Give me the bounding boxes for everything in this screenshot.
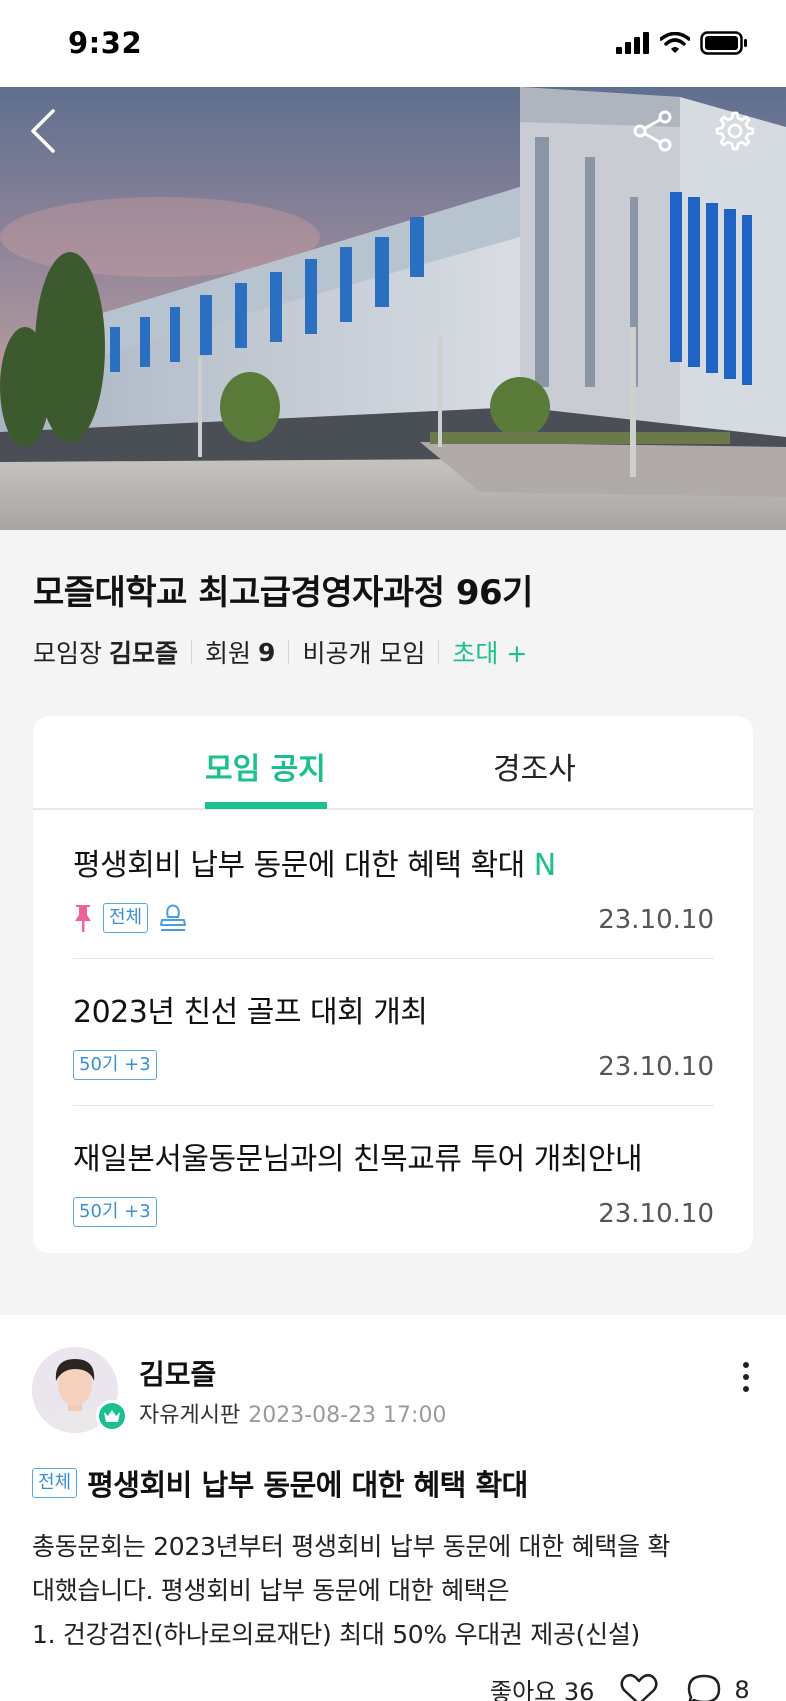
chevron-left-icon xyxy=(31,109,55,153)
privacy-label: 비공개 모임 xyxy=(302,639,426,668)
post-card[interactable]: 김모즐 자유게시판 2023-08-23 17:00 전체 평생회비 납부 동문에… xyxy=(0,1315,786,1701)
group-meta: 모임장 김모즐 회원 9 비공개 모임 초대 + xyxy=(33,634,527,670)
post-audience-tag: 전체 xyxy=(32,1468,78,1498)
divider xyxy=(438,640,440,664)
notice-tags: 50기 +3 xyxy=(73,1194,157,1230)
like-count: 좋아요 36 xyxy=(490,1678,595,1701)
notice-date: 23.10.10 xyxy=(598,1199,714,1229)
signal-icon xyxy=(616,32,649,54)
status-icons xyxy=(616,30,748,56)
share-icon xyxy=(633,110,672,152)
notice-title: 재일본서울동문님과의 친목교류 투어 개최안내 xyxy=(73,1142,643,1177)
pin-icon xyxy=(75,905,91,932)
audience-tag: 50기 +3 xyxy=(73,1050,157,1080)
post-body: 총동문회는 2023년부터 평생회비 납부 동문에 대한 혜택을 확 대했습니다… xyxy=(32,1525,762,1657)
audience-tag: 전체 xyxy=(103,903,149,933)
stamp-icon xyxy=(160,904,187,931)
invite-button[interactable]: 초대 + xyxy=(452,634,527,670)
post-title: 평생회비 납부 동문에 대한 혜택 확대 xyxy=(87,1468,528,1502)
share-button[interactable] xyxy=(627,105,679,157)
leader-label: 모임장 xyxy=(33,639,103,668)
status-bar: 9:32 xyxy=(0,0,786,87)
comment-icon[interactable] xyxy=(686,1673,722,1701)
divider xyxy=(191,640,193,664)
heart-icon[interactable] xyxy=(620,1673,658,1701)
notice-card: 모임 공지 경조사 평생회비 납부 동문에 대한 혜택 확대 N 전체 23.10… xyxy=(33,716,753,1253)
post-title-row: 전체 평생회비 납부 동문에 대한 혜택 확대 xyxy=(32,1462,528,1504)
post-subline: 자유게시판 2023-08-23 17:00 xyxy=(139,1397,446,1429)
post-body-line: 대했습니다. 평생회비 납부 동문에 대한 혜택은 xyxy=(32,1576,510,1605)
tab-family-events[interactable]: 경조사 xyxy=(493,744,576,788)
active-tab-indicator xyxy=(205,802,327,809)
tab-notice[interactable]: 모임 공지 xyxy=(205,744,326,788)
post-actions: 좋아요 36 8 xyxy=(490,1672,750,1701)
battery-icon xyxy=(700,31,747,55)
post-timestamp: 2023-08-23 17:00 xyxy=(248,1403,447,1428)
notice-title: 2023년 친선 골프 대회 개최 xyxy=(73,995,428,1030)
leader-name: 김모즐 xyxy=(109,639,179,668)
notice-tags: 전체 xyxy=(73,900,188,936)
settings-button[interactable] xyxy=(707,105,759,157)
notice-date: 23.10.10 xyxy=(598,905,714,935)
post-body-line: 총동문회는 2023년부터 평생회비 납부 동문에 대한 혜택을 확 xyxy=(32,1532,671,1561)
more-dot xyxy=(743,1362,749,1368)
tab-bar: 모임 공지 경조사 xyxy=(33,716,753,810)
post-author[interactable]: 김모즐 xyxy=(139,1353,216,1393)
comment-count: 8 xyxy=(734,1675,750,1701)
board-name[interactable]: 자유게시판 xyxy=(139,1403,240,1428)
member-count: 9 xyxy=(258,637,276,667)
crown-icon xyxy=(104,1410,120,1422)
wifi-icon xyxy=(660,32,690,53)
audience-tag: 50기 +3 xyxy=(73,1197,157,1227)
notice-item[interactable]: 재일본서울동문님과의 친목교류 투어 개최안내 50기 +3 23.10.10 xyxy=(73,1106,714,1253)
post-body-line: 1. 건강검진(하나로의료재단) 최대 50% 우대권 제공(신설) xyxy=(32,1620,640,1649)
more-options-button[interactable] xyxy=(730,1355,762,1399)
member-label: 회원 xyxy=(205,639,252,668)
group-title: 모즐대학교 최고급경영자과정 96기 xyxy=(33,573,533,613)
notice-title: 평생회비 납부 동문에 대한 혜택 확대 N xyxy=(73,840,556,884)
more-dot xyxy=(743,1386,749,1392)
leader-badge xyxy=(96,1400,128,1432)
notice-item[interactable]: 평생회비 납부 동문에 대한 혜택 확대 N 전체 23.10.10 xyxy=(73,812,714,959)
notice-item[interactable]: 2023년 친선 골프 대회 개최 50기 +3 23.10.10 xyxy=(73,959,714,1106)
divider xyxy=(288,640,290,664)
hero-image xyxy=(0,87,786,530)
new-badge: N xyxy=(533,848,556,883)
status-time: 9:32 xyxy=(68,26,143,60)
notice-title-text: 평생회비 납부 동문에 대한 혜택 확대 xyxy=(73,848,525,883)
more-dot xyxy=(743,1374,749,1380)
notice-tags: 50기 +3 xyxy=(73,1047,157,1083)
back-button[interactable] xyxy=(17,105,69,157)
notice-date: 23.10.10 xyxy=(598,1052,714,1082)
gear-icon xyxy=(715,111,754,151)
